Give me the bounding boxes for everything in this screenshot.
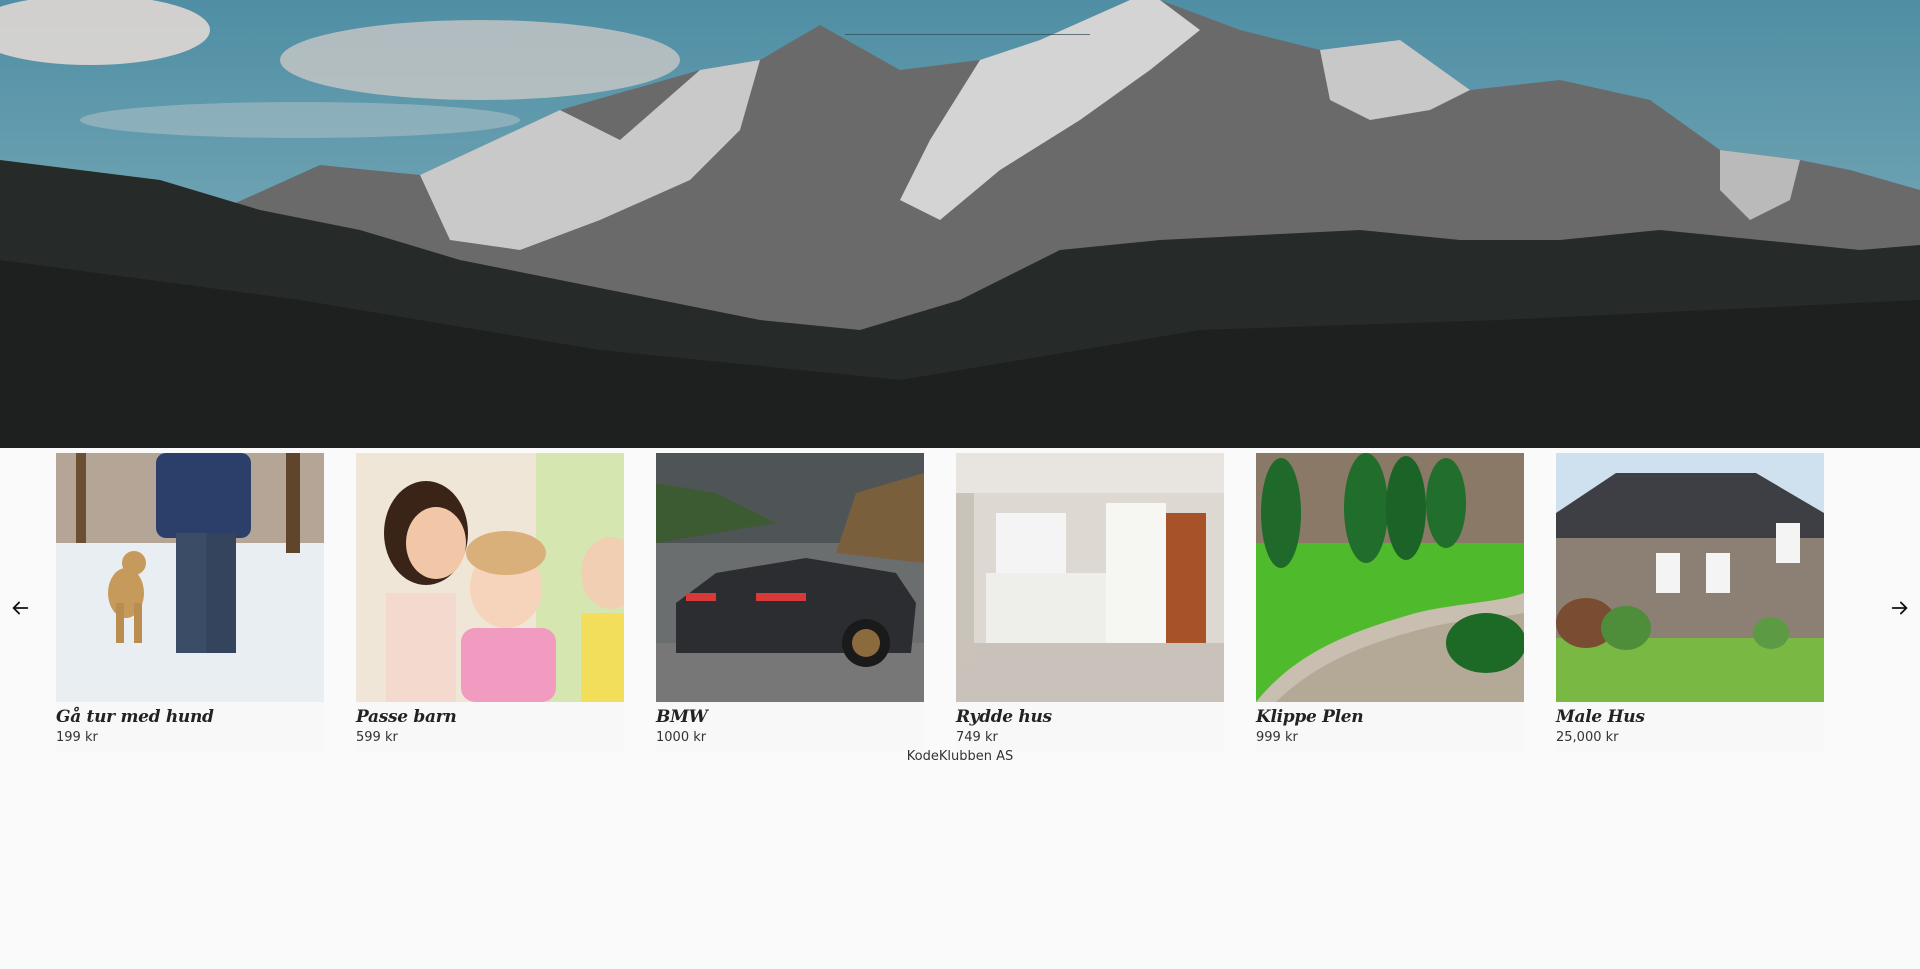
product-card-bmw[interactable]: BMW 1000 kr bbox=[656, 453, 924, 751]
product-image-babysitting bbox=[356, 453, 624, 702]
product-title: BMW bbox=[656, 707, 708, 727]
product-card-clean-house[interactable]: Rydde hus 749 kr bbox=[956, 453, 1224, 751]
product-card-mow-lawn[interactable]: Klippe Plen 999 kr bbox=[1256, 453, 1524, 751]
product-image-walk-dog bbox=[56, 453, 324, 702]
product-title: Rydde hus bbox=[956, 707, 1052, 727]
product-card-paint-house[interactable]: Male Hus 25,000 kr bbox=[1556, 453, 1824, 751]
product-price: 25,000 kr bbox=[1556, 730, 1619, 745]
product-title: Passe barn bbox=[356, 707, 457, 727]
product-price: 999 kr bbox=[1256, 730, 1298, 745]
arrow-right-icon bbox=[1891, 601, 1908, 615]
product-image-mow-lawn bbox=[1256, 453, 1524, 702]
hero-image bbox=[0, 0, 1920, 448]
product-price: 599 kr bbox=[356, 730, 398, 745]
product-title: Gå tur med hund bbox=[56, 707, 214, 727]
product-image-clean-house bbox=[956, 453, 1224, 702]
product-price: 749 kr bbox=[956, 730, 998, 745]
product-title: Klippe Plen bbox=[1256, 707, 1364, 727]
product-title: Male Hus bbox=[1556, 707, 1645, 727]
product-price: 1000 kr bbox=[656, 730, 707, 745]
hero-line bbox=[845, 34, 1090, 35]
carousel-next-button[interactable] bbox=[1880, 588, 1920, 628]
product-image-paint-house bbox=[1556, 453, 1824, 702]
arrow-left-icon bbox=[12, 601, 29, 615]
product-image-bmw bbox=[656, 453, 924, 702]
carousel-prev-button[interactable] bbox=[0, 588, 40, 628]
product-card-walk-dog[interactable]: Gå tur med hund 199 kr bbox=[56, 453, 324, 751]
product-price: 199 kr bbox=[56, 730, 98, 745]
product-card-babysitting[interactable]: Passe barn 599 kr bbox=[356, 453, 624, 751]
footer-text: KodeKlubben AS bbox=[906, 749, 1014, 764]
